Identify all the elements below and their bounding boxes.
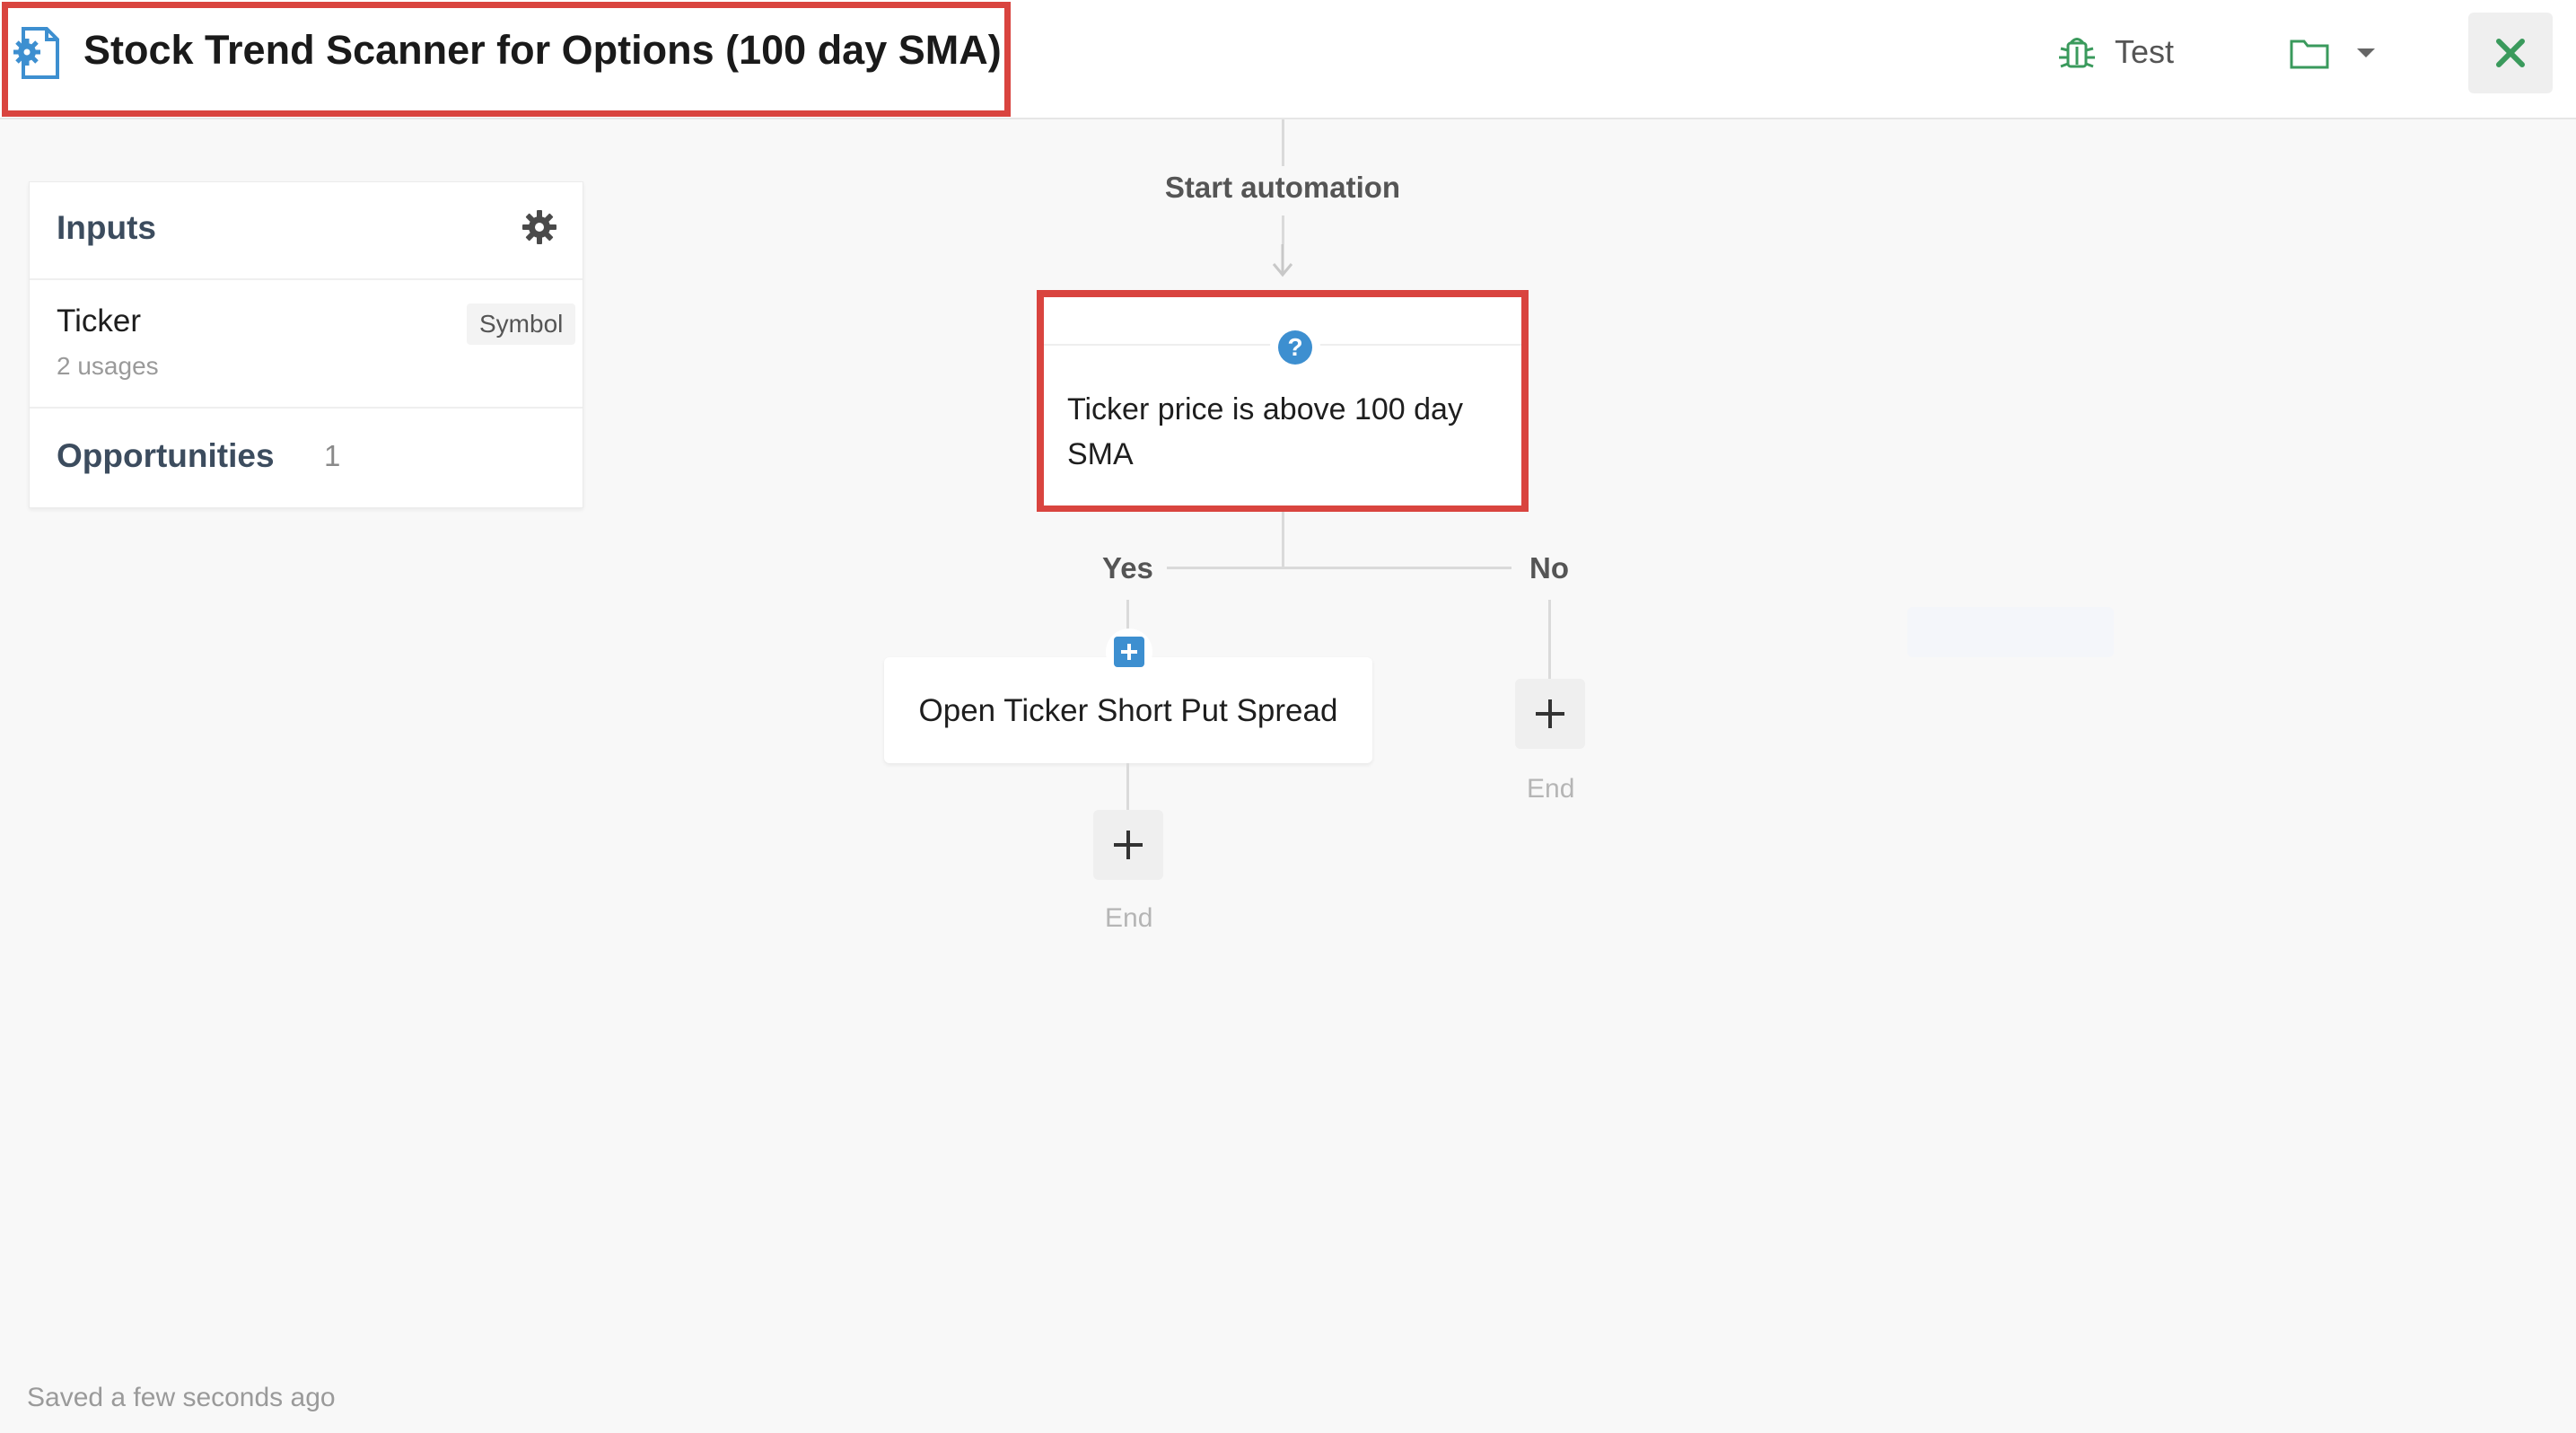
opportunities-label: Opportunities — [57, 437, 275, 474]
input-item-ticker[interactable]: Ticker Symbol 2 usages — [30, 280, 583, 409]
connector-no — [1548, 600, 1551, 681]
connector-yes-end — [1126, 763, 1129, 810]
close-button[interactable] — [2468, 13, 2553, 93]
action-text: Open Ticker Short Put Spread — [918, 693, 1338, 728]
input-usages: 2 usages — [57, 352, 159, 380]
start-automation-label: Start automation — [1164, 171, 1401, 204]
inputs-heading: Inputs — [57, 209, 156, 246]
end-label-no: End — [1527, 774, 1575, 804]
yes-label: Yes — [1102, 551, 1153, 585]
close-icon — [2496, 39, 2525, 67]
help-icon: ? — [1278, 330, 1312, 365]
add-step-button-no[interactable] — [1515, 679, 1585, 749]
test-button[interactable]: Test — [2055, 25, 2199, 79]
condition-text: Ticker price is above 100 day SMA — [1067, 392, 1463, 471]
add-step-button-yes[interactable] — [1093, 810, 1163, 880]
condition-icon-holder: ? — [1270, 322, 1320, 373]
page-title: Stock Trend Scanner for Options (100 day… — [83, 27, 1002, 73]
action-icon-holder — [1106, 629, 1152, 675]
folder-menu-button[interactable] — [2289, 31, 2388, 75]
arrow-down-icon — [1272, 244, 1293, 277]
automation-gear-icon — [13, 27, 59, 79]
connector-top — [1282, 119, 1284, 166]
bug-icon — [2059, 38, 2095, 68]
caret-down-icon — [2357, 48, 2375, 57]
plus-square-icon — [1114, 637, 1144, 667]
saved-status: Saved a few seconds ago — [27, 1383, 336, 1412]
inputs-panel: Inputs Ticker Symbol 2 usages Opportunit… — [29, 181, 583, 508]
connector-condition — [1282, 512, 1284, 567]
drop-zone-placeholder — [1907, 607, 2114, 657]
no-label: No — [1529, 551, 1569, 585]
gear-icon[interactable] — [521, 209, 557, 245]
end-label-yes: End — [1105, 903, 1153, 933]
input-type-badge: Symbol — [467, 303, 576, 345]
opportunities-row[interactable]: Opportunities 1 — [30, 409, 583, 507]
folder-icon — [2290, 40, 2329, 69]
inputs-header: Inputs — [30, 182, 583, 280]
connector-yes — [1126, 600, 1129, 632]
connector-start — [1282, 215, 1284, 244]
top-bar: Stock Trend Scanner for Options (100 day… — [0, 0, 2576, 119]
opportunities-count: 1 — [324, 439, 341, 472]
input-name: Ticker — [57, 303, 141, 338]
test-label: Test — [2115, 33, 2175, 70]
condition-node[interactable]: Ticker price is above 100 day SMA ? — [1037, 290, 1529, 512]
branch-horizontal-yes — [1167, 567, 1284, 569]
branch-horizontal-no — [1284, 567, 1511, 569]
